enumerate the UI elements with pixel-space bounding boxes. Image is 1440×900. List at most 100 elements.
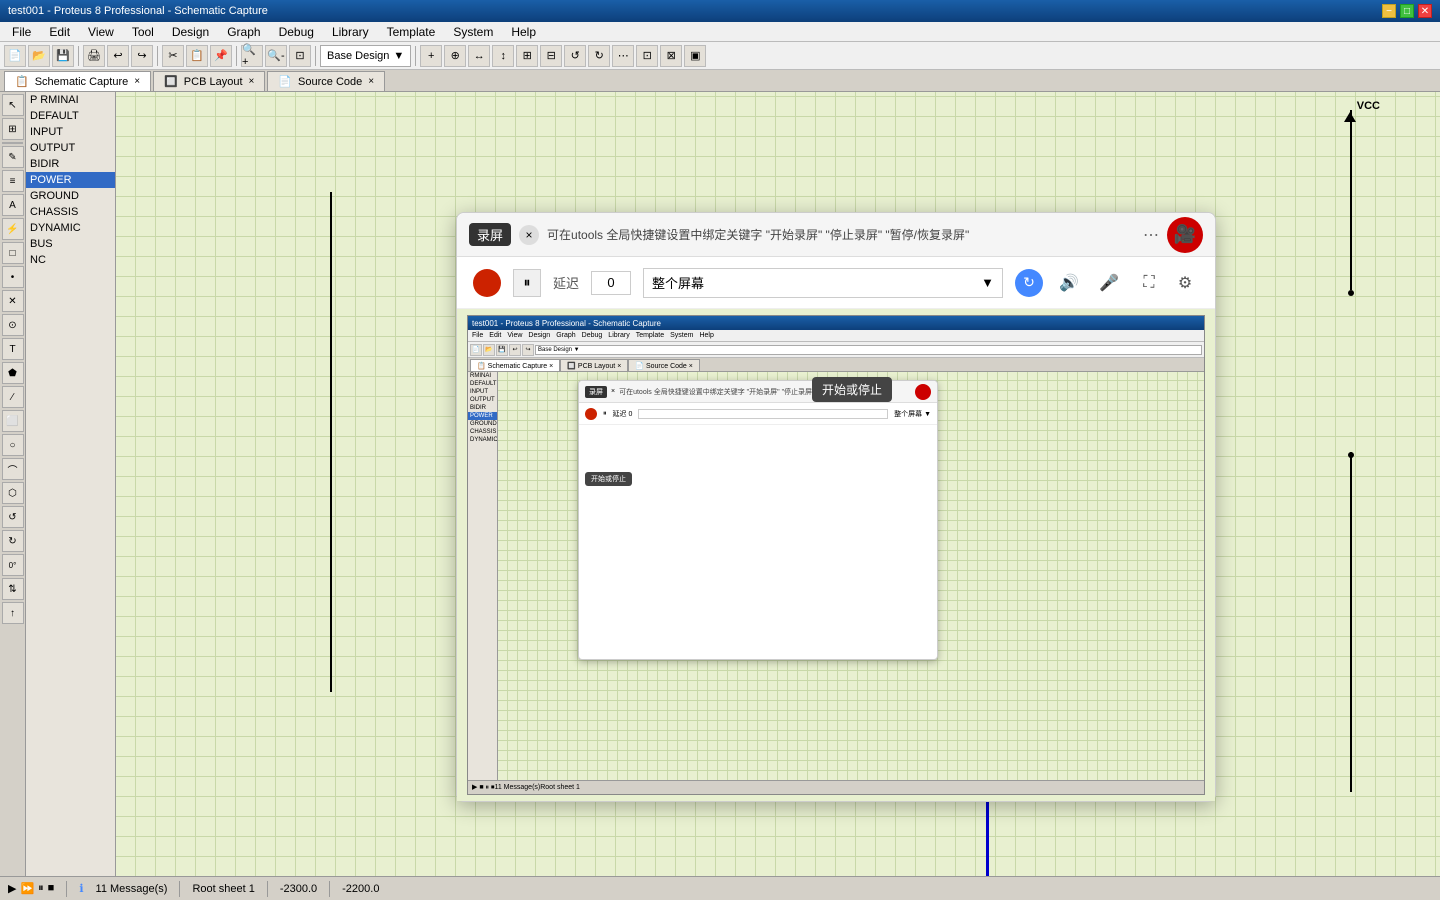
comp-default[interactable]: DEFAULT xyxy=(26,108,115,124)
rec-refresh-button[interactable]: ↻ xyxy=(1015,269,1043,297)
tool-text[interactable]: T xyxy=(2,338,24,360)
comp-chassis[interactable]: CHASSIS xyxy=(26,204,115,220)
tool-power[interactable]: ⚡ xyxy=(2,218,24,240)
tool-probe[interactable]: ⊙ xyxy=(2,314,24,336)
tb-extra12[interactable]: ▣ xyxy=(684,45,706,67)
tb-extra11[interactable]: ⊠ xyxy=(660,45,682,67)
tool-undo[interactable]: ↺ xyxy=(2,506,24,528)
tool-circle[interactable]: ○ xyxy=(2,434,24,456)
play-button[interactable]: ▶ xyxy=(8,882,16,895)
tool-up[interactable]: ↑ xyxy=(2,602,24,624)
tab-source-close[interactable]: × xyxy=(368,76,374,87)
tb-paste[interactable]: 📌 xyxy=(210,45,232,67)
inner-rec-badge: 录屏 xyxy=(585,386,607,398)
menu-edit[interactable]: Edit xyxy=(41,23,78,41)
fast-forward-button[interactable]: ⏩ xyxy=(20,882,34,895)
menu-template[interactable]: Template xyxy=(379,23,444,41)
rec-record-button[interactable] xyxy=(473,269,501,297)
tool-graphic[interactable]: ⬟ xyxy=(2,362,24,384)
tab-schematic[interactable]: 📋 Schematic Capture × xyxy=(4,71,151,91)
tb-extra5[interactable]: ⊞ xyxy=(516,45,538,67)
tool-label[interactable]: A xyxy=(2,194,24,216)
tb-zoom-in[interactable]: 🔍+ xyxy=(241,45,263,67)
menu-view[interactable]: View xyxy=(80,23,122,41)
inner-rec-cam-icon xyxy=(915,384,931,400)
tb-open[interactable]: 📂 xyxy=(28,45,50,67)
tb-extra7[interactable]: ↺ xyxy=(564,45,586,67)
tb-extra4[interactable]: ↕ xyxy=(492,45,514,67)
menu-help[interactable]: Help xyxy=(503,23,544,41)
comp-bidir[interactable]: BIDIR xyxy=(26,156,115,172)
tb-sep1 xyxy=(78,46,79,66)
schematic-canvas[interactable]: VCC D8 LED-YELLOW R8 300 P7 录屏 xyxy=(116,92,1440,876)
rec-fullscreen-button[interactable]: ⛶ xyxy=(1135,269,1163,297)
rec-pause-button[interactable]: ⏸ xyxy=(513,269,541,297)
comp-ground[interactable]: GROUND xyxy=(26,188,115,204)
tool-arc[interactable]: ⌒ xyxy=(2,458,24,480)
tb-copy[interactable]: 📋 xyxy=(186,45,208,67)
comp-input[interactable]: INPUT xyxy=(26,124,115,140)
tool-port[interactable]: □ xyxy=(2,242,24,264)
menu-tool[interactable]: Tool xyxy=(124,23,162,41)
comp-power[interactable]: POWER xyxy=(26,172,115,188)
tb-save[interactable]: 💾 xyxy=(52,45,74,67)
tb-dropdown-label: Base Design xyxy=(327,50,389,62)
tb-redo[interactable]: ↪ xyxy=(131,45,153,67)
comp-bus[interactable]: BUS xyxy=(26,236,115,252)
rec-settings-button[interactable]: ⚙ xyxy=(1171,269,1199,297)
tab-pcb-close[interactable]: × xyxy=(249,76,255,87)
tool-box[interactable]: ⬜ xyxy=(2,410,24,432)
tool-redo[interactable]: ↻ xyxy=(2,530,24,552)
comp-rminai[interactable]: P RMINAI xyxy=(26,92,115,108)
tab-source[interactable]: 📄 Source Code × xyxy=(267,71,385,91)
comp-nc[interactable]: NC xyxy=(26,252,115,268)
minimize-button[interactable]: − xyxy=(1382,4,1396,18)
tb-cut[interactable]: ✂ xyxy=(162,45,184,67)
tb-new[interactable]: 📄 xyxy=(4,45,26,67)
tool-select[interactable]: ↖ xyxy=(2,94,24,116)
tool-polygon[interactable]: ⬡ xyxy=(2,482,24,504)
tool-mirror[interactable]: ⇅ xyxy=(2,578,24,600)
tool-noconn[interactable]: ✕ xyxy=(2,290,24,312)
tab-pcb[interactable]: 🔲 PCB Layout × xyxy=(153,71,265,91)
wire-right-vert1 xyxy=(1350,110,1352,290)
rec-volume-button[interactable]: 🔊 xyxy=(1055,269,1083,297)
tb-zoom-out[interactable]: 🔍- xyxy=(265,45,287,67)
close-button[interactable]: ✕ xyxy=(1418,4,1432,18)
rec-screen-select[interactable]: 整个屏幕 ▼ xyxy=(643,268,1003,298)
menu-debug[interactable]: Debug xyxy=(271,23,322,41)
tool-junction[interactable]: • xyxy=(2,266,24,288)
tb-base-design-dropdown[interactable]: Base Design ▼ xyxy=(320,45,411,67)
tool-wire[interactable]: ✎ xyxy=(2,146,24,168)
comp-output[interactable]: OUTPUT xyxy=(26,140,115,156)
menu-file[interactable]: File xyxy=(4,23,39,41)
tool-line[interactable]: ∕ xyxy=(2,386,24,408)
tb-print[interactable]: 🖨 xyxy=(83,45,105,67)
maximize-button[interactable]: □ xyxy=(1400,4,1414,18)
menu-design[interactable]: Design xyxy=(164,23,217,41)
stop-button[interactable]: ■ xyxy=(48,882,55,895)
rec-mic-button[interactable]: 🎤 xyxy=(1095,269,1123,297)
tool-component[interactable]: ⊞ xyxy=(2,118,24,140)
tb-extra6[interactable]: ⊟ xyxy=(540,45,562,67)
tb-extra10[interactable]: ⊡ xyxy=(636,45,658,67)
rec-close-button[interactable]: × xyxy=(519,225,539,245)
tb-undo[interactable]: ↩ xyxy=(107,45,129,67)
comp-dynamic[interactable]: DYNAMIC xyxy=(26,220,115,236)
rec-more-button[interactable]: ⋯ xyxy=(1143,225,1159,245)
tb-extra3[interactable]: ↔ xyxy=(468,45,490,67)
tb-extra1[interactable]: + xyxy=(420,45,442,67)
tb-extra2[interactable]: ⊕ xyxy=(444,45,466,67)
rec-delay-input[interactable] xyxy=(591,271,631,295)
tb-extra9[interactable]: ⋯ xyxy=(612,45,634,67)
rec-header: 录屏 × 可在utools 全局快捷键设置中绑定关键字 "开始录屏" "停止录屏… xyxy=(457,213,1215,257)
tb-fit[interactable]: ⊡ xyxy=(289,45,311,67)
tb-extra8[interactable]: ↻ xyxy=(588,45,610,67)
menu-library[interactable]: Library xyxy=(324,23,377,41)
rec-camera-button[interactable]: 🎥 xyxy=(1167,217,1203,253)
tool-bus[interactable]: ≡ xyxy=(2,170,24,192)
menu-system[interactable]: System xyxy=(445,23,501,41)
pause-button[interactable]: ⏸ xyxy=(38,882,44,895)
tab-schematic-close[interactable]: × xyxy=(134,76,140,87)
menu-graph[interactable]: Graph xyxy=(219,23,268,41)
